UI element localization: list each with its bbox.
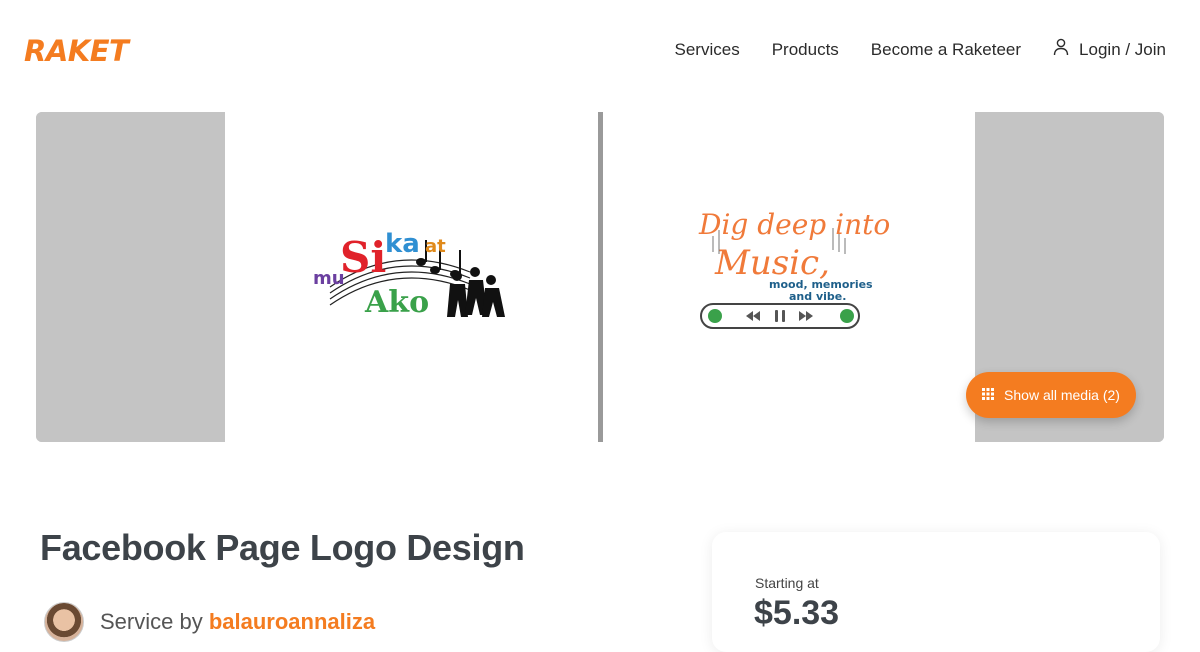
seller-name-link[interactable]: balauroannaliza [209,609,375,634]
svg-text:and vibe.: and vibe. [789,290,846,303]
svg-text:at: at [425,236,446,257]
user-icon [1053,38,1069,61]
main-nav: Services Products Become a Raketeer Logi… [675,38,1166,61]
nav-services[interactable]: Services [675,40,740,60]
show-all-media-label: Show all media (2) [1004,387,1120,403]
nav-become-raketeer[interactable]: Become a Raketeer [871,40,1021,60]
svg-text:Si: Si [340,233,386,282]
service-by-prefix: Service by [100,609,203,634]
site-header: RAKET Services Products Become a Raketee… [0,0,1200,100]
price-card: Starting at $5.33 [712,532,1160,652]
grid-icon [982,387,995,403]
gallery-image-2[interactable]: Dig deep into Music, mood, memories and … [603,112,975,442]
gallery-left-shade [36,112,225,442]
service-by-row: Service by balauroannaliza [44,602,375,642]
svg-text:Ako: Ako [364,285,429,320]
musika-at-ako-logo: mu Si ka at Ako [313,229,505,320]
login-join-link[interactable]: Login / Join [1053,38,1166,61]
login-join-label: Login / Join [1079,39,1166,59]
nav-products[interactable]: Products [772,40,839,60]
music-player-logo: Dig deep into Music, mood, memories and … [698,208,890,329]
service-title: Facebook Page Logo Design [40,527,525,568]
price-value: $5.33 [754,594,840,632]
seller-avatar[interactable] [44,602,84,642]
show-all-media-button[interactable]: Show all media (2) [966,372,1136,418]
svg-text:ka: ka [385,229,420,259]
gallery-image-1[interactable]: mu Si ka at Ako [225,112,598,442]
starting-at-label: Starting at [755,575,819,591]
raket-logo[interactable]: RAKET [24,34,129,68]
svg-text:Music,: Music, [714,243,830,283]
svg-text:Dig deep into: Dig deep into [698,208,890,241]
